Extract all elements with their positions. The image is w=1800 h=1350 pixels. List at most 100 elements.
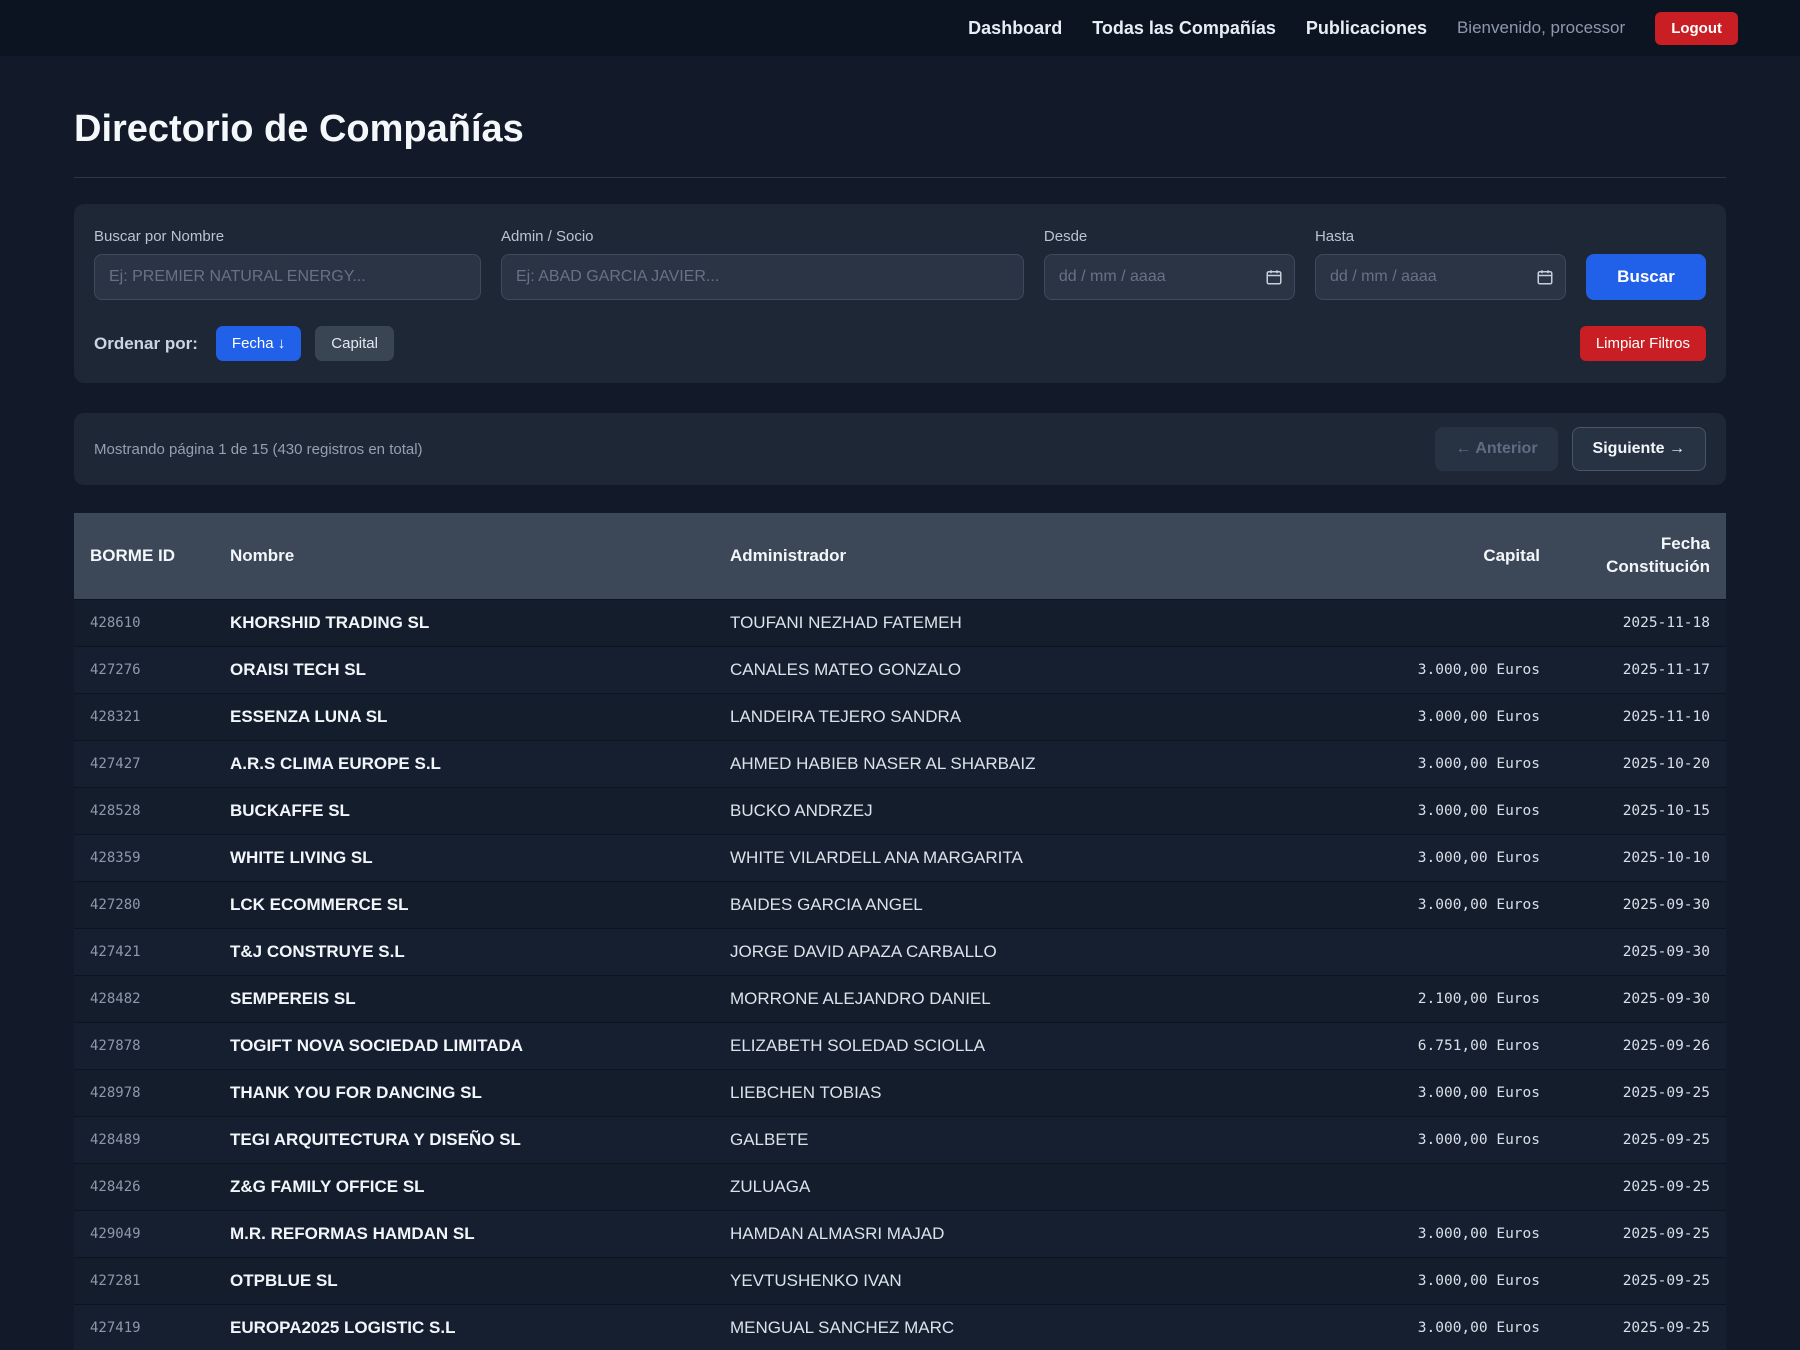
cell-administrador: AHMED HABIEB NASER AL SHARBAIZ <box>714 740 1286 787</box>
admin-label: Admin / Socio <box>501 228 1024 245</box>
col-header-nombre: Nombre <box>214 513 714 599</box>
pagination-status: Mostrando página 1 de 15 (430 registros … <box>94 441 423 458</box>
main-content: Directorio de Compañías Buscar por Nombr… <box>0 108 1800 1350</box>
cell-administrador: YEVTUSHENKO IVAN <box>714 1257 1286 1304</box>
cell-borme-id: 428359 <box>74 834 214 881</box>
hasta-label: Hasta <box>1315 228 1566 245</box>
cell-fecha: 2025-09-25 <box>1556 1116 1726 1163</box>
cell-capital <box>1286 928 1556 975</box>
siguiente-button[interactable]: Siguiente → <box>1572 427 1706 471</box>
table-row: 429049 M.R. REFORMAS HAMDAN SL HAMDAN AL… <box>74 1210 1726 1257</box>
table-row: 428321 ESSENZA LUNA SL LANDEIRA TEJERO S… <box>74 693 1726 740</box>
cell-administrador: BAIDES GARCIA ANGEL <box>714 881 1286 928</box>
admin-search-input[interactable] <box>501 254 1024 300</box>
cell-fecha: 2025-09-30 <box>1556 928 1726 975</box>
sort-fecha-button[interactable]: Fecha ↓ <box>216 326 301 361</box>
nav-link-dashboard[interactable]: Dashboard <box>968 18 1062 39</box>
cell-administrador: BUCKO ANDRZEJ <box>714 787 1286 834</box>
hasta-date-wrap <box>1315 254 1566 300</box>
buscar-button[interactable]: Buscar <box>1586 254 1706 300</box>
cell-borme-id: 429049 <box>74 1210 214 1257</box>
cell-fecha: 2025-09-26 <box>1556 1022 1726 1069</box>
table-row: 427878 TOGIFT NOVA SOCIEDAD LIMITADA ELI… <box>74 1022 1726 1069</box>
table-row: 427281 OTPBLUE SL YEVTUSHENKO IVAN 3.000… <box>74 1257 1726 1304</box>
cell-fecha: 2025-09-25 <box>1556 1257 1726 1304</box>
cell-borme-id: 428321 <box>74 693 214 740</box>
cell-capital: 3.000,00 Euros <box>1286 1210 1556 1257</box>
cell-fecha: 2025-09-30 <box>1556 881 1726 928</box>
table-row: 428489 TEGI ARQUITECTURA Y DISEÑO SL GAL… <box>74 1116 1726 1163</box>
cell-administrador: ELIZABETH SOLEDAD SCIOLLA <box>714 1022 1286 1069</box>
page-title: Directorio de Compañías <box>74 108 1726 178</box>
cell-nombre: TOGIFT NOVA SOCIEDAD LIMITADA <box>214 1022 714 1069</box>
hasta-date-input[interactable] <box>1315 254 1566 300</box>
cell-borme-id: 427427 <box>74 740 214 787</box>
cell-borme-id: 428489 <box>74 1116 214 1163</box>
cell-administrador: LIEBCHEN TOBIAS <box>714 1069 1286 1116</box>
cell-capital: 3.000,00 Euros <box>1286 740 1556 787</box>
col-header-fecha-constitucion: Fecha Constitución <box>1556 513 1726 599</box>
pager-buttons: ← Anterior Siguiente → <box>1435 427 1706 471</box>
desde-label: Desde <box>1044 228 1295 245</box>
anterior-button[interactable]: ← Anterior <box>1435 427 1557 471</box>
cell-administrador: TOUFANI NEZHAD FATEMEH <box>714 599 1286 646</box>
filter-panel: Buscar por Nombre Admin / Socio Desde <box>74 204 1726 383</box>
cell-borme-id: 427419 <box>74 1304 214 1350</box>
logout-button[interactable]: Logout <box>1655 12 1738 45</box>
filter-field-desde: Desde <box>1044 228 1295 300</box>
table-row: 428978 THANK YOU FOR DANCING SL LIEBCHEN… <box>74 1069 1726 1116</box>
cell-capital: 3.000,00 Euros <box>1286 693 1556 740</box>
cell-borme-id: 428528 <box>74 787 214 834</box>
cell-capital: 3.000,00 Euros <box>1286 1304 1556 1350</box>
nombre-label: Buscar por Nombre <box>94 228 481 245</box>
desde-date-input[interactable] <box>1044 254 1295 300</box>
cell-administrador: JORGE DAVID APAZA CARBALLO <box>714 928 1286 975</box>
cell-capital: 3.000,00 Euros <box>1286 1069 1556 1116</box>
desde-date-wrap <box>1044 254 1295 300</box>
nav-link-publicaciones[interactable]: Publicaciones <box>1306 18 1427 39</box>
sort-capital-button[interactable]: Capital <box>315 326 394 361</box>
table-row: 427419 EUROPA2025 LOGISTIC S.L MENGUAL S… <box>74 1304 1726 1350</box>
cell-fecha: 2025-09-25 <box>1556 1304 1726 1350</box>
cell-administrador: HAMDAN ALMASRI MAJAD <box>714 1210 1286 1257</box>
pagination-bar: Mostrando página 1 de 15 (430 registros … <box>74 413 1726 485</box>
cell-nombre: ORAISI TECH SL <box>214 646 714 693</box>
cell-capital <box>1286 599 1556 646</box>
cell-fecha: 2025-11-10 <box>1556 693 1726 740</box>
cell-capital: 6.751,00 Euros <box>1286 1022 1556 1069</box>
cell-capital: 3.000,00 Euros <box>1286 834 1556 881</box>
cell-capital: 3.000,00 Euros <box>1286 1116 1556 1163</box>
col-header-capital: Capital <box>1286 513 1556 599</box>
cell-capital <box>1286 1163 1556 1210</box>
cell-nombre: OTPBLUE SL <box>214 1257 714 1304</box>
cell-borme-id: 428610 <box>74 599 214 646</box>
top-navbar: Dashboard Todas las Compañías Publicacio… <box>0 0 1800 56</box>
cell-administrador: WHITE VILARDELL ANA MARGARITA <box>714 834 1286 881</box>
cell-fecha: 2025-09-30 <box>1556 975 1726 1022</box>
table-row: 428528 BUCKAFFE SL BUCKO ANDRZEJ 3.000,0… <box>74 787 1726 834</box>
cell-borme-id: 428482 <box>74 975 214 1022</box>
cell-fecha: 2025-09-25 <box>1556 1163 1726 1210</box>
cell-borme-id: 427276 <box>74 646 214 693</box>
sort-row: Ordenar por: Fecha ↓ Capital Limpiar Fil… <box>94 326 1706 361</box>
cell-nombre: THANK YOU FOR DANCING SL <box>214 1069 714 1116</box>
cell-capital: 3.000,00 Euros <box>1286 646 1556 693</box>
cell-administrador: CANALES MATEO GONZALO <box>714 646 1286 693</box>
nav-link-todas-las-companias[interactable]: Todas las Compañías <box>1092 18 1276 39</box>
col-header-borme-id: BORME ID <box>74 513 214 599</box>
limpiar-filtros-button[interactable]: Limpiar Filtros <box>1580 326 1706 361</box>
filter-field-hasta: Hasta <box>1315 228 1566 300</box>
cell-nombre: T&J CONSTRUYE S.L <box>214 928 714 975</box>
cell-capital: 2.100,00 Euros <box>1286 975 1556 1022</box>
cell-borme-id: 427280 <box>74 881 214 928</box>
welcome-text: Bienvenido, processor <box>1457 18 1625 38</box>
cell-nombre: WHITE LIVING SL <box>214 834 714 881</box>
table-wrap: BORME ID Nombre Administrador Capital Fe… <box>74 513 1726 1350</box>
cell-capital: 3.000,00 Euros <box>1286 881 1556 928</box>
cell-administrador: ZULUAGA <box>714 1163 1286 1210</box>
cell-borme-id: 428978 <box>74 1069 214 1116</box>
table-body: 428610 KHORSHID TRADING SL TOUFANI NEZHA… <box>74 599 1726 1350</box>
table-row: 427427 A.R.S CLIMA EUROPE S.L AHMED HABI… <box>74 740 1726 787</box>
nombre-search-input[interactable] <box>94 254 481 300</box>
cell-nombre: TEGI ARQUITECTURA Y DISEÑO SL <box>214 1116 714 1163</box>
